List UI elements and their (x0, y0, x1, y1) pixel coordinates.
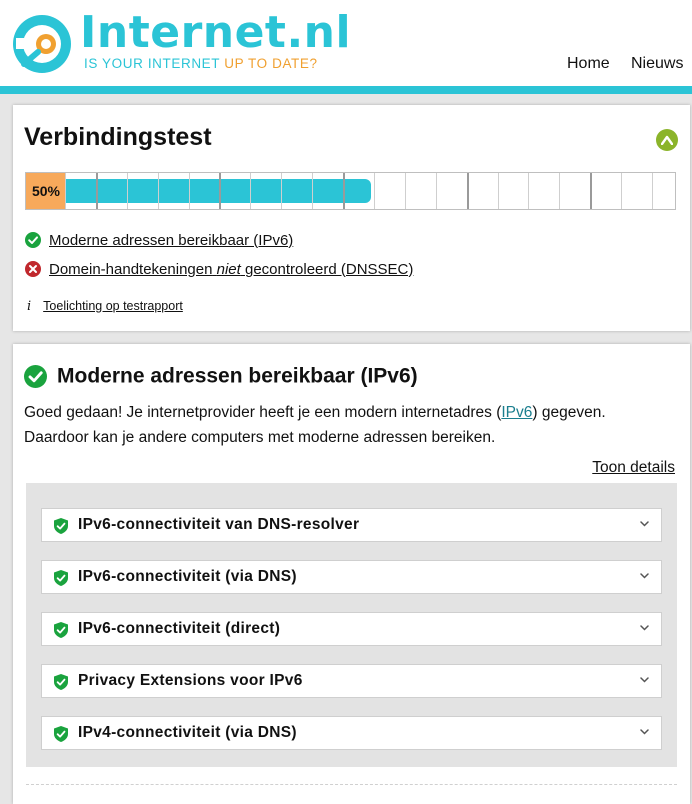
progress-segment-divider (65, 173, 66, 209)
result-dnssec-link[interactable]: Domein-handtekeningen niet gecontroleerd… (49, 261, 413, 278)
progress-segment-divider (498, 173, 499, 209)
result-ipv6[interactable]: Moderne adressen bereikbaar (IPv6) (25, 231, 293, 249)
ipv6-section: Moderne adressen bereikbaar (IPv6) Goed … (13, 344, 690, 804)
progress-percentage: 50% (26, 173, 66, 209)
result-dnssec-before: Domein-handtekeningen (49, 260, 213, 278)
progress-segment-divider (621, 173, 622, 209)
shield-check-icon (54, 674, 68, 690)
check-circle-icon (24, 364, 47, 388)
check-circle-icon (25, 232, 41, 249)
shield-check-icon (54, 622, 68, 638)
tagline: IS YOUR INTERNET UP TO DATE? (84, 56, 318, 71)
progress-segment-divider (127, 173, 128, 209)
summary-card: Verbindingstest 50% Moderne adressen ber… (13, 105, 690, 331)
chevron-down-icon (640, 729, 649, 735)
nav-home[interactable]: Home (567, 55, 610, 73)
result-dnssec-after: gecontroleerd (DNSSEC) (244, 260, 414, 278)
progress-segment-divider (436, 173, 437, 209)
test-label: IPv6-connectiviteit (direct) (78, 620, 281, 637)
result-ipv6-link[interactable]: Moderne adressen bereikbaar (IPv6) (49, 232, 293, 249)
progress-segment-divider (158, 173, 159, 209)
progress-segment-divider (281, 173, 282, 209)
cross-circle-icon (25, 261, 41, 278)
progress-segment-divider (374, 173, 375, 209)
chevron-down-icon (640, 573, 649, 579)
divider (26, 784, 677, 785)
site-header: Internet.nl IS YOUR INTERNET UP TO DATE?… (0, 0, 692, 86)
show-details-toggle[interactable]: Toon details (592, 459, 675, 477)
test-label: IPv6-connectiviteit (via DNS) (78, 568, 297, 585)
result-dnssec[interactable]: Domein-handtekeningen niet gecontroleerd… (25, 260, 413, 278)
tagline-part2: UP TO DATE? (224, 56, 318, 71)
progress-segment-divider (343, 173, 345, 209)
progress-segment-divider (96, 173, 98, 209)
test-label: IPv4-connectiviteit (via DNS) (78, 724, 297, 741)
progress-segment-divider (312, 173, 313, 209)
test-item-ipv4-via-dns[interactable]: IPv4-connectiviteit (via DNS) (41, 716, 662, 750)
info-line: i Toelichting op testrapport (27, 299, 183, 314)
progress-segment-divider (652, 173, 653, 209)
test-label: IPv6-connectiviteit van DNS-resolver (78, 516, 360, 533)
progress-segment-divider (590, 173, 592, 209)
test-label: Privacy Extensions voor IPv6 (78, 672, 303, 689)
ipv6-link[interactable]: IPv6 (501, 404, 532, 421)
test-item-privacy-extensions[interactable]: Privacy Extensions voor IPv6 (41, 664, 662, 698)
report-explanation-link[interactable]: Toelichting op testrapport (43, 299, 183, 313)
logo-icon[interactable] (10, 12, 74, 76)
progress-segment-divider (405, 173, 406, 209)
details-panel: IPv6-connectiviteit van DNS-resolver IPv… (26, 483, 677, 767)
tagline-part1: IS YOUR INTERNET (84, 56, 220, 71)
progress-segment-divider (528, 173, 529, 209)
test-item-via-dns[interactable]: IPv6-connectiviteit (via DNS) (41, 560, 662, 594)
section-title: Moderne adressen bereikbaar (IPv6) (24, 364, 418, 388)
chevron-down-icon (640, 677, 649, 683)
section-title-text: Moderne adressen bereikbaar (IPv6) (57, 364, 418, 388)
shield-check-icon (54, 570, 68, 586)
collapse-button[interactable] (656, 129, 678, 151)
result-dnssec-emphasis: niet (216, 260, 241, 278)
progress-segment-divider (467, 173, 469, 209)
nav-news[interactable]: Nieuws (631, 55, 683, 73)
chevron-down-icon (640, 625, 649, 631)
progress-segment-divider (250, 173, 251, 209)
page-title: Verbindingstest (24, 123, 212, 151)
shield-check-icon (54, 518, 68, 534)
progress-bar: 50% (25, 172, 676, 210)
info-icon: i (27, 299, 32, 314)
desc-before: Goed gedaan! Je internetprovider heeft j… (24, 404, 502, 421)
shield-check-icon (54, 726, 68, 742)
progress-segment-divider (219, 173, 221, 209)
section-description: Goed gedaan! Je internetprovider heeft j… (24, 400, 674, 450)
progress-segment-divider (559, 173, 560, 209)
test-item-dns-resolver[interactable]: IPv6-connectiviteit van DNS-resolver (41, 508, 662, 542)
chevron-down-icon (640, 521, 649, 527)
brand-name[interactable]: Internet.nl (80, 6, 351, 60)
test-item-direct[interactable]: IPv6-connectiviteit (direct) (41, 612, 662, 646)
progress-segment-divider (189, 173, 190, 209)
chevron-up-icon (661, 135, 673, 145)
header-divider (0, 86, 692, 94)
